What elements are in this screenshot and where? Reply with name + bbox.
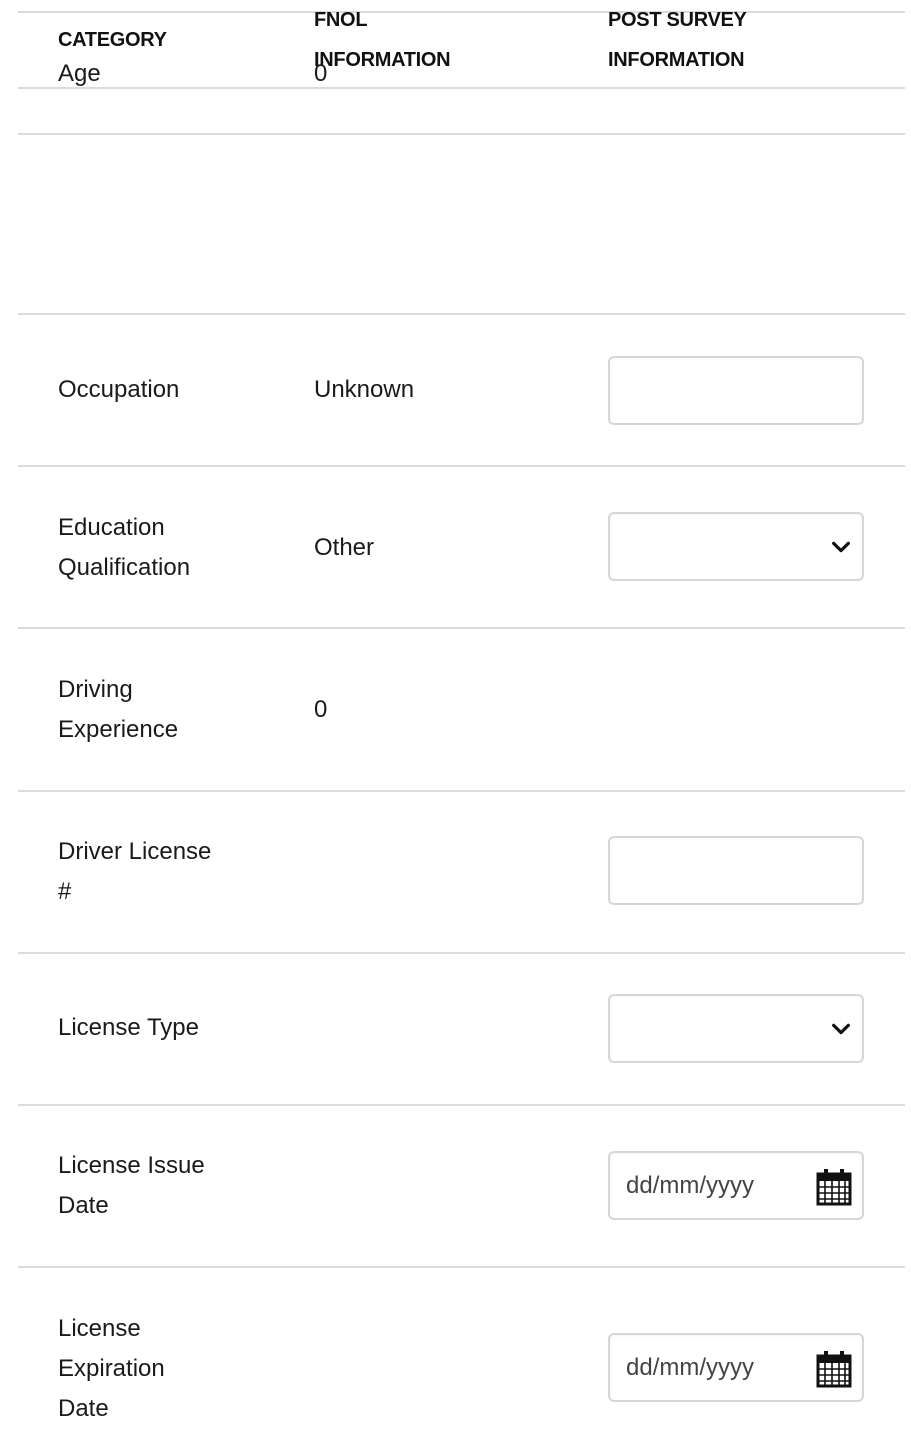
row-divider — [18, 465, 905, 467]
license-issue-date-placeholder: dd/mm/yyyy — [626, 1172, 755, 1199]
row-education-label-line2: Qualification — [58, 554, 191, 581]
row-occupation-label: Occupation — [58, 376, 180, 403]
row-license-type-label: License Type — [58, 1014, 199, 1041]
row-divider — [18, 1266, 905, 1268]
license-expiration-date-input[interactable]: dd/mm/yyyy — [608, 1333, 864, 1402]
row-license-issue-date-label-line2: Date — [58, 1192, 109, 1219]
row-divider — [18, 1104, 905, 1106]
row-license-expiration-date-label-line3: Date — [58, 1395, 109, 1422]
row-divider — [18, 790, 905, 792]
row-divider — [18, 133, 905, 135]
driver-details-page: CATEGORY FNOL INFORMATION POST SURVEY IN… — [0, 0, 911, 1430]
row-education-fnol-value: Other — [314, 534, 375, 561]
row-driving-experience-fnol-value: 0 — [314, 696, 328, 723]
chevron-down-icon — [832, 1023, 850, 1035]
row-license-expiration-date-label-line2: Expiration — [58, 1355, 165, 1382]
table-top-border — [18, 11, 905, 13]
chevron-down-icon — [832, 541, 850, 553]
row-divider — [18, 313, 905, 315]
row-occupation-fnol-value: Unknown — [314, 376, 415, 403]
row-driver-license-label-line2: # — [58, 878, 72, 905]
occupation-input[interactable] — [608, 356, 864, 425]
calendar-icon[interactable] — [816, 1350, 852, 1388]
driver-license-input[interactable] — [608, 836, 864, 905]
row-divider — [18, 627, 905, 629]
driver-license-text-field[interactable] — [610, 838, 862, 903]
license-issue-date-input[interactable]: dd/mm/yyyy — [608, 1151, 864, 1220]
header-post-survey-line1: POST SURVEY — [608, 9, 747, 31]
header-fnol-line2: INFORMATION — [314, 49, 451, 71]
license-type-select[interactable] — [608, 994, 864, 1063]
row-driving-experience-label-line1: Driving — [58, 676, 133, 703]
education-select[interactable] — [608, 512, 864, 581]
row-divider — [18, 87, 905, 89]
row-license-issue-date-label-line1: License Issue — [58, 1152, 205, 1179]
row-divider — [18, 952, 905, 954]
row-driver-license-label-line1: Driver License — [58, 838, 212, 865]
row-driving-experience-label-line2: Experience — [58, 716, 179, 743]
row-education-label-line1: Education — [58, 514, 165, 541]
calendar-icon[interactable] — [816, 1168, 852, 1206]
header-fnol-line1: FNOL — [314, 9, 368, 31]
occupation-text-field[interactable] — [610, 358, 862, 423]
license-expiration-date-placeholder: dd/mm/yyyy — [626, 1354, 755, 1381]
row-license-expiration-date-label-line1: License — [58, 1315, 141, 1342]
header-post-survey-line2: INFORMATION — [608, 49, 745, 71]
